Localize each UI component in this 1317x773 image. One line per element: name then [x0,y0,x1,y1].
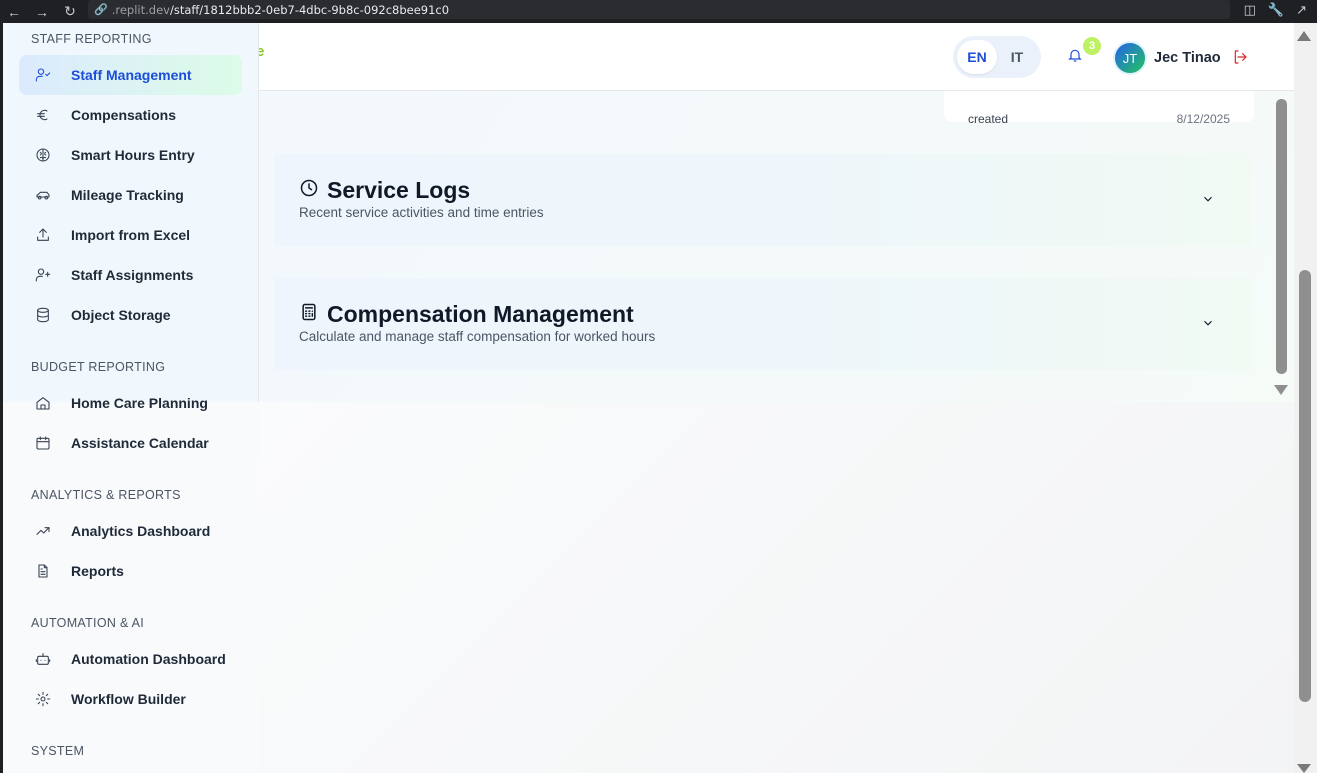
sidebar-item-label: Staff Management [71,67,192,83]
sidebar-item-staff-assignments[interactable]: Staff Assignments [19,255,242,295]
section-budget-reporting: BUDGET REPORTING [31,360,166,374]
section-title: Service Logs [327,177,471,203]
sidebar-item-home-care-planning[interactable]: Home Care Planning [19,383,242,423]
home-icon [33,393,53,413]
sidebar-item-import-from-excel[interactable]: Import from Excel [19,215,242,255]
sidebar-item-label: Reports [71,563,124,579]
chevron-down-icon[interactable] [1201,192,1217,208]
upload-icon [33,225,53,245]
sidebar-item-mileage-tracking[interactable]: Mileage Tracking [19,175,242,215]
sidebar-item-assistance-calendar[interactable]: Assistance Calendar [19,423,242,463]
back-icon[interactable]: ← [0,0,28,23]
devices-icon[interactable]: ◫ [1244,2,1256,18]
euro-icon [33,105,53,125]
brain-icon [33,145,53,165]
section-subtitle: Calculate and manage staff compensation … [299,329,656,344]
notification-badge: 3 [1083,37,1101,55]
sidebar-item-label: Smart Hours Entry [71,147,195,163]
sidebar-item-label: Home Care Planning [71,395,208,411]
sidebar-item-analytics-dashboard[interactable]: Analytics Dashboard [19,511,242,551]
chevron-down-icon[interactable] [1201,316,1217,332]
user-check-icon [33,65,53,85]
sidebar-item-object-storage[interactable]: Object Storage [19,295,242,335]
empty-page-area [259,402,1294,773]
section-title: Compensation Management [327,301,634,327]
user-name[interactable]: Jec Tinao [1154,50,1221,66]
sidebar-item-reports[interactable]: Reports [19,551,242,591]
section-analytics-reports: ANALYTICS & REPORTS [31,488,181,502]
service-logs-section[interactable]: Service Logs Recent service activities a… [275,154,1251,246]
sidebar-item-label: Compensations [71,107,177,123]
sidebar-item-compensations[interactable]: Compensations [19,95,242,135]
calculator-icon [299,302,319,322]
lang-it-button[interactable]: IT [997,40,1037,74]
page-scrollbar-thumb[interactable] [1299,270,1311,702]
main-scrollbar-thumb[interactable] [1276,99,1287,374]
section-system: SYSTEM [31,744,85,758]
user-plus-icon [33,265,53,285]
sidebar: STAFF REPORTING Staff Management Compens… [3,23,259,773]
section-staff-reporting: STAFF REPORTING [31,32,152,46]
browser-toolbar: ← → ↻ 🔗 .replit.dev/staff/1812bbb2-0eb7-… [0,0,1317,23]
avatar[interactable]: JT [1113,41,1147,75]
page-scroll-down-arrow[interactable] [1297,764,1311,773]
file-text-icon [33,561,53,581]
sidebar-item-label: Staff Assignments [71,267,194,283]
sidebar-item-label: Analytics Dashboard [71,523,211,539]
sidebar-item-label: Object Storage [71,307,171,323]
sidebar-item-label: Mileage Tracking [71,187,184,203]
created-label: created [968,112,1009,126]
main-content: created 8/12/2025 e EN IT 3 JT Jec Tinao… [259,23,1294,402]
logout-icon[interactable] [1232,49,1250,67]
main-scroll-down-arrow[interactable] [1274,385,1288,395]
link-icon: 🔗 [94,3,108,16]
top-header: e EN IT 3 JT Jec Tinao [259,23,1294,91]
clock-icon [299,178,319,198]
sidebar-item-smart-hours-entry[interactable]: Smart Hours Entry [19,135,242,175]
url-host: .replit.dev [111,2,170,17]
language-toggle: EN IT [953,36,1041,78]
sidebar-item-label: Automation Dashboard [71,651,226,667]
sidebar-item-label: Assistance Calendar [71,435,209,451]
reload-icon[interactable]: ↻ [56,0,84,23]
page-scroll-up-arrow[interactable] [1297,31,1311,41]
external-link-icon[interactable]: ↗ [1296,2,1307,18]
wrench-icon[interactable]: 🔧 [1268,2,1284,18]
trending-up-icon [33,521,53,541]
sidebar-item-automation-dashboard[interactable]: Automation Dashboard [19,639,242,679]
url-path: /staff/1812bbb2-0eb7-4dbc-9b8c-092c8bee9… [169,2,450,17]
sidebar-item-workflow-builder[interactable]: Workflow Builder [19,679,242,719]
app-logo[interactable]: e [259,43,264,60]
created-value: 8/12/2025 [1176,112,1230,126]
lang-en-button[interactable]: EN [957,40,997,74]
bot-icon [33,649,53,669]
car-icon [33,185,53,205]
address-bar[interactable]: 🔗 .replit.dev/staff/1812bbb2-0eb7-4dbc-9… [88,0,1230,19]
database-icon [33,305,53,325]
sidebar-item-label: Workflow Builder [71,691,186,707]
calendar-icon [33,433,53,453]
compensation-management-section[interactable]: Compensation Management Calculate and ma… [275,278,1251,370]
section-automation-ai: AUTOMATION & AI [31,616,145,630]
settings-icon [33,689,53,709]
forward-icon[interactable]: → [28,0,56,23]
section-subtitle: Recent service activities and time entri… [299,205,544,220]
sidebar-item-label: Import from Excel [71,227,191,243]
sidebar-item-staff-management[interactable]: Staff Management [19,55,242,95]
